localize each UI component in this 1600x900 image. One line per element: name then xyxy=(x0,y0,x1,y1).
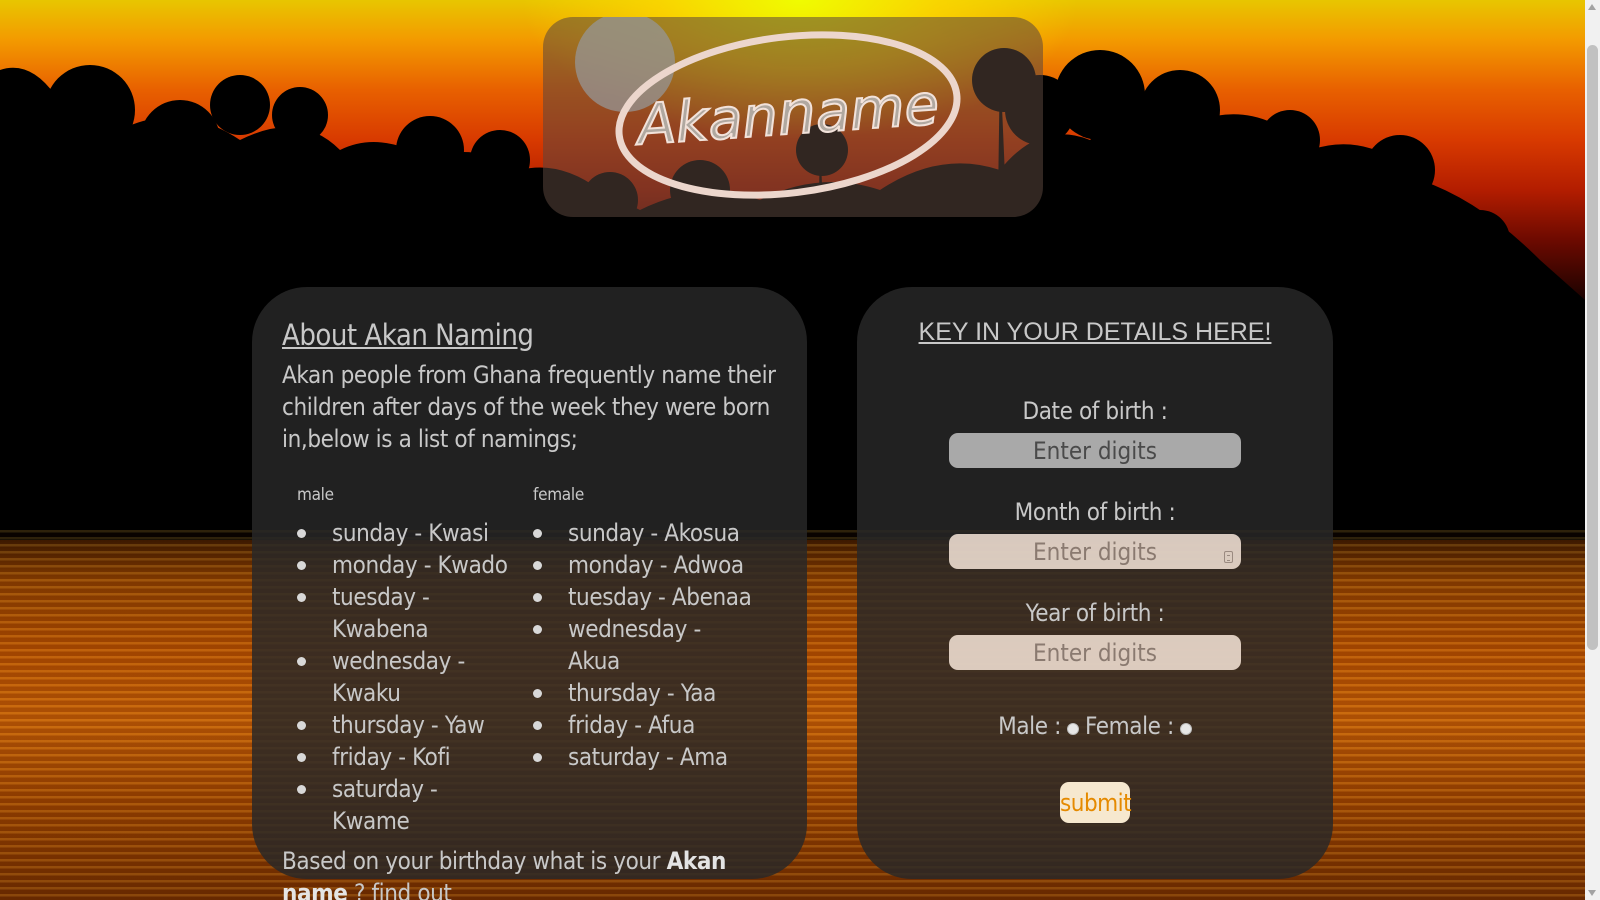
name-list-text: wednesday - Kwaku xyxy=(332,647,465,707)
female-radio-label: Female : xyxy=(1085,712,1174,740)
about-title: About Akan Naming xyxy=(282,318,534,352)
month-input-wrap xyxy=(949,534,1241,569)
female-radio[interactable] xyxy=(1179,723,1192,735)
bullet-icon xyxy=(533,753,542,762)
bullet-icon xyxy=(297,785,306,794)
year-of-birth-field: Year of birth : xyxy=(857,597,1333,670)
name-list-item: tuesday - Kwabena xyxy=(282,581,518,645)
name-list-text: saturday - Ama xyxy=(568,743,728,771)
date-of-birth-label: Date of birth : xyxy=(1022,397,1168,425)
name-list-item: thursday - Yaw xyxy=(282,709,518,741)
date-of-birth-field: Date of birth : xyxy=(857,395,1333,468)
name-list-text: tuesday - Abenaa xyxy=(568,583,752,611)
date-of-birth-input[interactable] xyxy=(949,433,1241,468)
month-of-birth-label: Month of birth : xyxy=(1014,498,1176,526)
year-of-birth-label: Year of birth : xyxy=(1025,599,1165,627)
bullet-icon xyxy=(297,593,306,602)
logo-text-ame: ame xyxy=(813,72,941,145)
name-list-item: monday - Adwoa xyxy=(518,549,754,581)
month-of-birth-field: Month of birth : xyxy=(857,496,1333,569)
name-list-item: sunday - Kwasi xyxy=(282,517,518,549)
bullet-icon xyxy=(297,753,306,762)
name-list-text: monday - Adwoa xyxy=(568,551,744,579)
name-list-text: sunday - Kwasi xyxy=(332,519,489,547)
svg-text:Akanname: Akanname xyxy=(632,68,941,159)
logo-text-n: n xyxy=(775,77,818,149)
form-title: KEY IN YOUR DETAILS HERE! xyxy=(918,318,1272,346)
name-list-item: saturday - Kwame xyxy=(282,773,518,837)
bullet-icon xyxy=(297,529,306,538)
name-list-item: sunday - Akosua xyxy=(518,517,754,549)
name-list-item: saturday - Ama xyxy=(518,741,754,773)
bullet-icon xyxy=(533,625,542,634)
name-list-item: monday - Kwado xyxy=(282,549,518,581)
male-radio-label: Male : xyxy=(998,712,1061,740)
page-scrollbar[interactable] xyxy=(1585,0,1600,900)
name-list-text: sunday - Akosua xyxy=(568,519,740,547)
name-list-text: saturday - Kwame xyxy=(332,775,438,835)
bullet-icon xyxy=(297,561,306,570)
details-form-panel: KEY IN YOUR DETAILS HERE! Date of birth … xyxy=(857,287,1333,879)
name-list-text: friday - Afua xyxy=(568,711,695,739)
autofill-contact-icon[interactable] xyxy=(1224,551,1233,563)
about-outro-text: Based on your birthday what is your Akan… xyxy=(282,845,777,900)
name-list-item: tuesday - Abenaa xyxy=(518,581,754,613)
about-panel: About Akan Naming Akan people from Ghana… xyxy=(252,287,807,900)
name-list-item: wednesday - Kwaku xyxy=(282,645,518,709)
about-intro-text: Akan people from Ghana frequently name t… xyxy=(282,361,776,453)
female-heading: female xyxy=(533,485,584,505)
bullet-icon xyxy=(533,593,542,602)
scroll-up-arrow-icon[interactable] xyxy=(1588,4,1596,10)
gender-selector: Male : Female : xyxy=(857,710,1333,742)
bullet-icon xyxy=(297,657,306,666)
female-names-list: sunday - Akosua monday - Adwoa tuesday - A… xyxy=(518,517,754,773)
male-names-column: male sunday - Kwasi monday - Kwado tuesday… xyxy=(282,485,518,837)
name-list-text: wednesday - Akua xyxy=(568,615,701,675)
month-of-birth-input[interactable] xyxy=(949,534,1241,569)
outro-after: ? find out xyxy=(347,879,452,900)
female-names-column: female sunday - Akosua monday - Adwoa tues… xyxy=(518,485,754,837)
name-list-item: friday - Afua xyxy=(518,709,754,741)
year-of-birth-input[interactable] xyxy=(949,635,1241,670)
bullet-icon xyxy=(533,721,542,730)
bullet-icon xyxy=(533,689,542,698)
male-names-list: sunday - Kwasi monday - Kwado tuesday - Kw… xyxy=(282,517,518,837)
names-lists: male sunday - Kwasi monday - Kwado tuesday… xyxy=(282,485,777,837)
logo-text-akan: Akan xyxy=(632,84,780,159)
scroll-down-arrow-icon[interactable] xyxy=(1588,890,1596,896)
submit-button[interactable]: submit xyxy=(1060,782,1132,823)
name-list-text: thursday - Yaw xyxy=(332,711,485,739)
male-radio[interactable] xyxy=(1067,723,1079,735)
name-list-item: friday - Kofi xyxy=(282,741,518,773)
male-heading: male xyxy=(297,485,334,505)
bullet-icon xyxy=(533,561,542,570)
scrollbar-thumb[interactable] xyxy=(1587,45,1598,650)
outro-before: Based on your birthday what is your xyxy=(282,847,667,875)
name-list-text: tuesday - Kwabena xyxy=(332,583,430,643)
name-list-text: thursday - Yaa xyxy=(568,679,716,707)
name-list-item: thursday - Yaa xyxy=(518,677,754,709)
akaname-logo-banner: Akanname xyxy=(543,17,1043,217)
name-list-item: wednesday - Akua xyxy=(518,613,754,677)
bullet-icon xyxy=(297,721,306,730)
akaname-logo: Akanname xyxy=(575,17,961,199)
bullet-icon xyxy=(533,529,542,538)
name-list-text: monday - Kwado xyxy=(332,551,508,579)
name-list-text: friday - Kofi xyxy=(332,743,451,771)
